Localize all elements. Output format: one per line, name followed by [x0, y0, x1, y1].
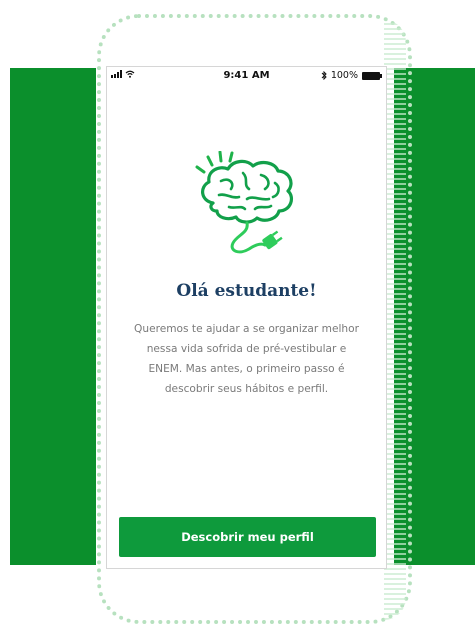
description-line: Queremos te ajudar a se organizar melhor — [134, 323, 359, 335]
description-line: descobrir seus hábitos e perfil. — [164, 383, 329, 395]
battery-icon — [362, 71, 382, 80]
phone-screen: 9:41 AM 100% Olá estudante! Queremos te … — [106, 66, 387, 569]
welcome-description: Queremos te ajudar a se organizar melhor… — [121, 319, 372, 399]
discover-profile-button[interactable]: Descobrir meu perfil — [119, 517, 376, 557]
status-bar: 9:41 AM 100% — [107, 67, 386, 85]
status-right: 100% — [321, 70, 382, 81]
welcome-title: Olá estudante! — [176, 281, 317, 301]
description-line: ENEM. Mas antes, o primeiro passo é — [148, 363, 345, 375]
bluetooth-icon — [321, 71, 327, 80]
description-line: nessa vida sofrida de pré-vestibular e — [146, 343, 347, 355]
battery-percent: 100% — [330, 70, 358, 81]
phone-frame-edge — [384, 20, 406, 620]
brain-plug-icon — [195, 151, 293, 254]
green-band-left — [10, 68, 96, 565]
